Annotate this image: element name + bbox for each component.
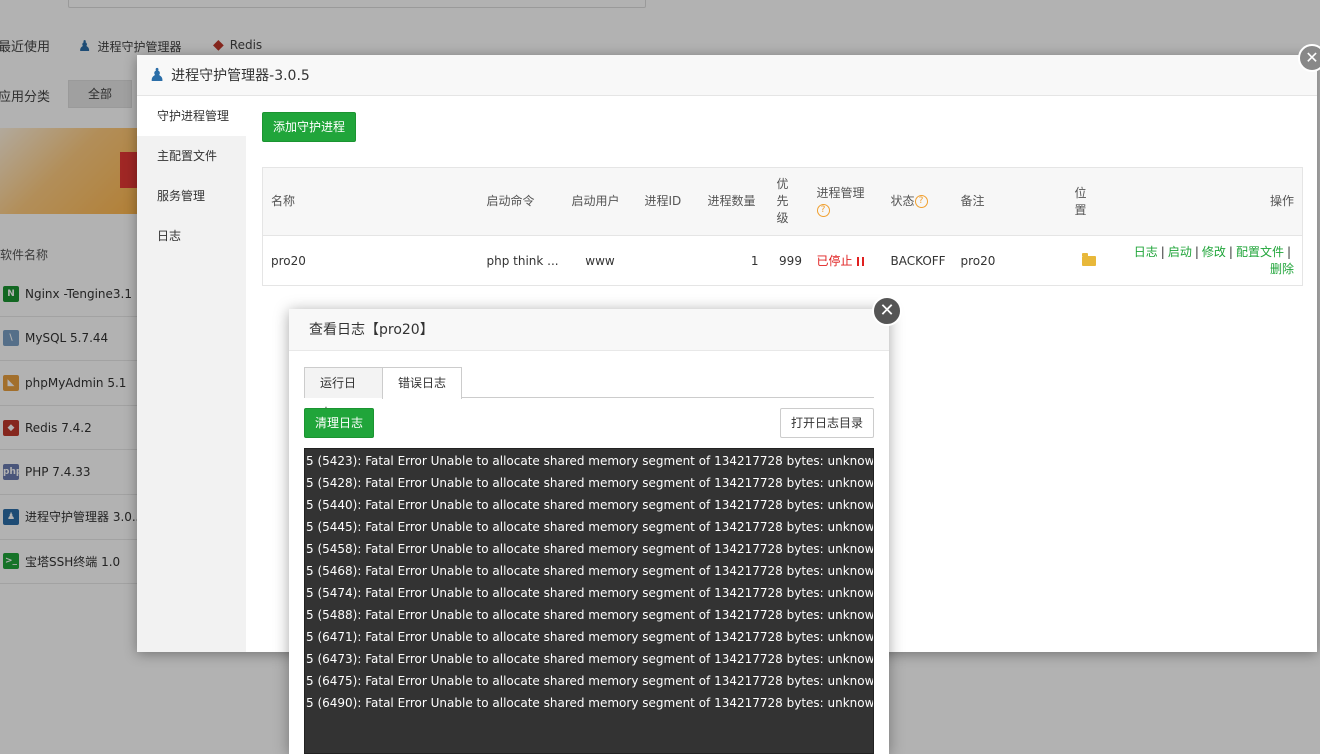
clear-log-button[interactable]: 清理日志: [304, 408, 374, 438]
process-table: 名称 启动命令 启动用户 进程ID 进程数量 优先级 进程管理? 状态? 备注 …: [262, 167, 1303, 286]
nav-log[interactable]: 日志: [137, 216, 246, 256]
log-line: 5 (5458): Fatal Error Unable to allocate…: [306, 542, 873, 556]
stopped-status[interactable]: 已停止: [817, 254, 853, 268]
cell-command: php think ...: [486, 253, 559, 268]
dialog-close-button[interactable]: ✕: [872, 296, 902, 326]
log-line: 5 (6471): Fatal Error Unable to allocate…: [306, 630, 873, 644]
log-dialog: 查看日志【pro20】 运行日志 错误日志 清理日志 打开日志目录 5 (542…: [289, 309, 889, 754]
op-config-link[interactable]: 配置文件: [1236, 245, 1284, 259]
log-line: 5 (5488): Fatal Error Unable to allocate…: [306, 608, 873, 622]
col-location: 位置: [1068, 167, 1109, 236]
cell-pid: [637, 236, 700, 286]
col-manage-label: 进程管理: [816, 185, 865, 200]
cell-count: 1: [750, 253, 759, 268]
nav-daemon-manage[interactable]: 守护进程管理: [137, 96, 246, 136]
cell-name: pro20: [271, 253, 306, 268]
log-line: 5 (6473): Fatal Error Unable to allocate…: [306, 652, 873, 666]
cell-priority: 999: [779, 253, 802, 268]
close-icon: ✕: [1305, 48, 1319, 67]
penguin-icon: ♟: [149, 64, 166, 86]
log-line: 5 (5468): Fatal Error Unable to allocate…: [306, 564, 873, 578]
col-priority: 优先级: [772, 167, 809, 236]
log-line: 5 (6475): Fatal Error Unable to allocate…: [306, 674, 873, 688]
log-tabs: 运行日志 错误日志: [304, 367, 874, 420]
cell-manage[interactable]: 已停止: [809, 236, 883, 286]
log-output[interactable]: 5 (5423): Fatal Error Unable to allocate…: [304, 448, 874, 754]
pause-icon[interactable]: [856, 257, 864, 266]
tab-error-log[interactable]: 错误日志: [382, 367, 462, 399]
help-icon[interactable]: ?: [816, 203, 830, 217]
col-user: 启动用户: [563, 167, 637, 236]
col-status-label: 状态: [890, 194, 915, 208]
window-title: 进程守护管理器-3.0.5: [171, 68, 310, 84]
log-line: 5 (5423): Fatal Error Unable to allocate…: [306, 454, 873, 468]
col-name: 名称: [262, 167, 479, 236]
op-log-link[interactable]: 日志: [1134, 245, 1158, 259]
log-line: 5 (5474): Fatal Error Unable to allocate…: [306, 586, 873, 600]
log-line: 5 (5428): Fatal Error Unable to allocate…: [306, 476, 873, 490]
col-ops: 操作: [1108, 167, 1303, 236]
cell-ops: 日志 | 启动 | 修改 | 配置文件 | 删除: [1133, 244, 1294, 276]
op-start-link[interactable]: 启动: [1168, 245, 1192, 259]
cell-remark: pro20: [960, 253, 996, 268]
dialog-title: 查看日志【pro20】: [289, 309, 889, 351]
side-nav: 守护进程管理 主配置文件 服务管理 日志: [137, 96, 246, 652]
help-icon[interactable]: ?: [914, 195, 928, 208]
table-header-row: 名称 启动命令 启动用户 进程ID 进程数量 优先级 进程管理? 状态? 备注 …: [262, 167, 1303, 236]
col-location-label: 位置: [1074, 185, 1087, 217]
cell-user: www: [585, 253, 615, 268]
add-daemon-button[interactable]: 添加守护进程: [262, 112, 356, 142]
close-icon: ✕: [879, 300, 895, 321]
col-manage: 进程管理?: [808, 167, 883, 236]
col-status: 状态?: [882, 167, 953, 236]
log-line: 5 (6490): Fatal Error Unable to allocate…: [306, 696, 873, 710]
nav-service-manage[interactable]: 服务管理: [137, 176, 246, 216]
col-count: 进程数量: [699, 167, 773, 236]
folder-icon[interactable]: [1081, 253, 1096, 266]
col-remark: 备注: [952, 167, 1069, 236]
col-command: 启动命令: [478, 167, 564, 236]
op-edit-link[interactable]: 修改: [1202, 245, 1226, 259]
cell-location: [1069, 236, 1109, 286]
col-priority-label: 优先级: [776, 177, 789, 225]
open-log-dir-button[interactable]: 打开日志目录: [780, 408, 874, 438]
window-title-bar: ♟ 进程守护管理器-3.0.5: [137, 55, 1317, 96]
tab-run-log[interactable]: 运行日志: [304, 367, 383, 420]
log-line: 5 (5440): Fatal Error Unable to allocate…: [306, 498, 873, 512]
col-pid: 进程ID: [636, 167, 700, 236]
op-delete-link[interactable]: 删除: [1270, 262, 1294, 276]
cell-status: BACKOFF: [890, 253, 946, 268]
table-row: pro20 php think ... www 1 999 已停止 BACKOF…: [263, 236, 1303, 286]
log-line: 5 (5445): Fatal Error Unable to allocate…: [306, 520, 873, 534]
window-close-button[interactable]: ✕: [1298, 44, 1320, 72]
nav-main-config[interactable]: 主配置文件: [137, 136, 246, 176]
